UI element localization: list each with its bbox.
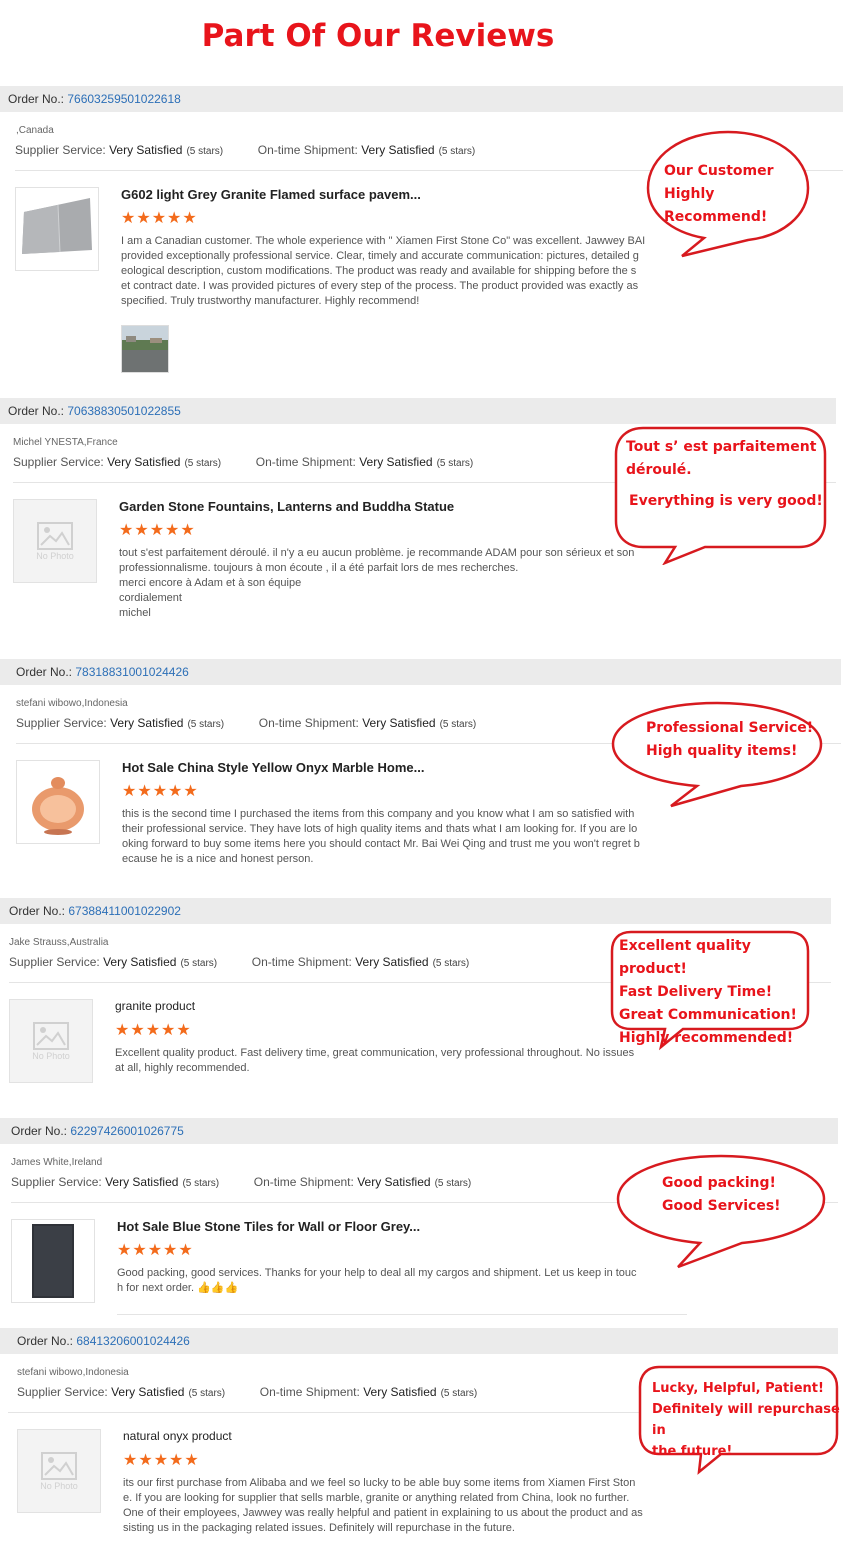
product-title-link[interactable]: Hot Sale China Style Yellow Onyx Marble … [122, 760, 424, 775]
page-title: Part Of Our Reviews [201, 18, 555, 54]
rating-summary: Supplier Service: Very Satisfied (5 stars… [11, 1175, 472, 1189]
product-thumbnail[interactable]: No Photo [17, 1429, 101, 1513]
product-thumbnail[interactable]: No Photo [9, 999, 93, 1083]
buyer-name: stefani wibowo,Indonesia [17, 1367, 129, 1378]
onyx-lamp-image [17, 761, 99, 843]
review-photo[interactable] [121, 325, 169, 373]
order-label: Order No.: [8, 404, 65, 418]
rating-summary: Supplier Service: Very Satisfied (5 stars… [17, 1385, 478, 1399]
order-bar: Order No.: 67388411001022902 [0, 898, 831, 924]
order-number-link[interactable]: 67388411001022902 [68, 904, 181, 918]
image-placeholder-icon [37, 522, 73, 550]
speech-bubble: Lucky, Helpful, Patient! Definitely will… [637, 1364, 840, 1476]
review-text: its our first purchase from Alibaba and … [123, 1477, 643, 1534]
product-title-link[interactable]: Hot Sale Blue Stone Tiles for Wall or Fl… [117, 1219, 420, 1234]
divider [117, 1314, 687, 1315]
order-label: Order No.: [16, 665, 73, 679]
image-placeholder-icon [33, 1022, 69, 1050]
buyer-name: Michel YNESTA,France [13, 437, 118, 448]
speech-bubble: Tout s’ est parfaitement déroulé. Everyt… [613, 425, 829, 565]
rating-summary: Supplier Service: Very Satisfied (5 stars… [13, 455, 474, 469]
star-rating: ★★★★★ [123, 1452, 200, 1469]
product-thumbnail[interactable] [11, 1219, 95, 1303]
star-rating: ★★★★★ [117, 1242, 194, 1259]
star-rating: ★★★★★ [121, 210, 198, 227]
rating-summary: Supplier Service: Very Satisfied (5 stars… [9, 955, 470, 969]
buyer-name: James White,Ireland [11, 1157, 103, 1168]
speech-bubble: Excellent quality product! Fast Delivery… [609, 929, 811, 1051]
rating-summary: Supplier Service: Very Satisfied (5 stars… [16, 716, 477, 730]
granite-slab-image [16, 188, 98, 270]
product-title-link[interactable]: Garden Stone Fountains, Lanterns and Bud… [119, 499, 454, 514]
order-number-link[interactable]: 76603259501022618 [67, 92, 180, 106]
bubble-text: Good packing! Good Services! [662, 1175, 781, 1214]
order-label: Order No.: [8, 92, 65, 106]
review-text: tout s'est parfaitement déroulé. il n'y … [119, 547, 635, 619]
order-bar: Order No.: 70638830501022855 [0, 398, 836, 424]
bubble-text: Tout s’ est parfaitement déroulé. Everyt… [626, 439, 823, 509]
order-label: Order No.: [17, 1334, 74, 1348]
star-rating: ★★★★★ [115, 1022, 192, 1039]
order-label: Order No.: [9, 904, 66, 918]
bubble-text: Excellent quality product! Fast Delivery… [619, 938, 797, 1046]
order-number-link[interactable]: 68413206001024426 [76, 1334, 189, 1348]
order-number-link[interactable]: 78318831001024426 [75, 665, 188, 679]
bubble-text: Professional Service! High quality items… [646, 720, 814, 759]
site-photo-image [122, 326, 168, 372]
review-text: I am a Canadian customer. The whole expe… [121, 235, 646, 307]
no-photo-placeholder: No Photo [10, 1000, 92, 1082]
bubble-text: Lucky, Helpful, Patient! Definitely will… [652, 1381, 840, 1459]
order-bar: Order No.: 62297426001026775 [0, 1118, 838, 1144]
order-bar: Order No.: 78318831001024426 [0, 659, 841, 685]
buyer-name: Jake Strauss,Australia [9, 937, 109, 948]
product-thumbnail[interactable] [16, 760, 100, 844]
review-text: Good packing, good services. Thanks for … [117, 1267, 637, 1294]
buyer-name: stefani wibowo,Indonesia [16, 698, 128, 709]
product-thumbnail[interactable]: No Photo [13, 499, 97, 583]
rating-summary: Supplier Service: Very Satisfied (5 stars… [15, 143, 476, 157]
bubble-text: Our Customer Highly Recommend! [664, 163, 774, 225]
order-bar: Order No.: 76603259501022618 [0, 86, 843, 112]
speech-bubble: Professional Service! High quality items… [609, 700, 825, 810]
star-rating: ★★★★★ [119, 522, 196, 539]
review-text: Excellent quality product. Fast delivery… [115, 1047, 635, 1074]
no-photo-placeholder: No Photo [18, 1430, 100, 1512]
order-number-link[interactable]: 62297426001026775 [70, 1124, 183, 1138]
buyer-name: ,Canada [16, 125, 54, 136]
speech-bubble: Good packing! Good Services! [614, 1153, 828, 1271]
review-text: this is the second time I purchased the … [122, 808, 640, 865]
no-photo-placeholder: No Photo [14, 500, 96, 582]
product-title-link[interactable]: G602 light Grey Granite Flamed surface p… [121, 187, 421, 202]
product-thumbnail[interactable] [15, 187, 99, 271]
image-placeholder-icon [41, 1452, 77, 1480]
product-title-link[interactable]: natural onyx product [123, 1429, 232, 1443]
order-number-link[interactable]: 70638830501022855 [67, 404, 180, 418]
speech-bubble: Our Customer Highly Recommend! [644, 128, 812, 260]
product-title-link[interactable]: granite product [115, 999, 195, 1013]
star-rating: ★★★★★ [122, 783, 199, 800]
order-label: Order No.: [11, 1124, 68, 1138]
blue-stone-tile-image [12, 1220, 94, 1302]
order-bar: Order No.: 68413206001024426 [0, 1328, 838, 1354]
